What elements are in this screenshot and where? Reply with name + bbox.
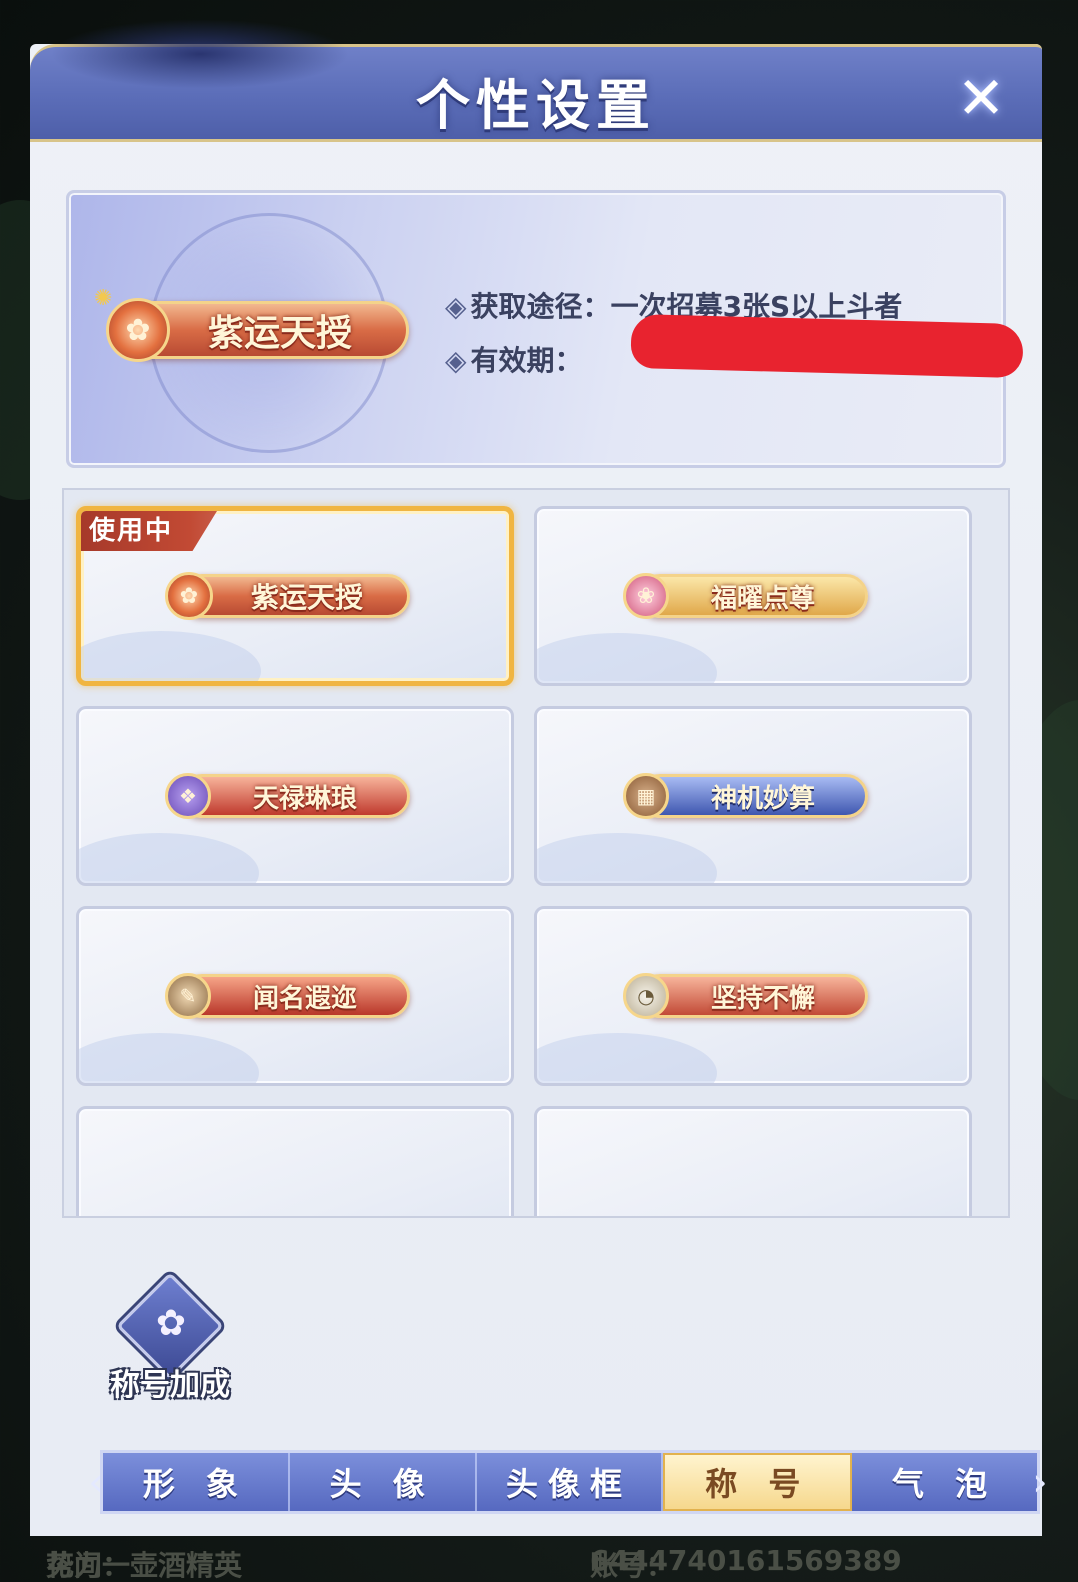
title-card[interactable]: ◔ 坚持不懈 (534, 906, 972, 1086)
validity-label: 有效期： (470, 344, 583, 377)
title-name: 天禄琳琅 (252, 783, 357, 814)
preview-title-name: 紫运天授 (207, 312, 352, 354)
title-name: 福曜点尊 (710, 583, 815, 614)
title-name: 紫运天授 (250, 581, 363, 614)
title-badge: ✿ 紫运天授 (165, 572, 410, 620)
title-name: 闻名遐迩 (252, 983, 357, 1014)
scroll-emblem-icon: ✎ (165, 973, 211, 1019)
chevron-right-icon: › (1032, 1460, 1048, 1504)
abacus-emblem-icon: ▦ (623, 773, 669, 819)
bonus-label: 称号加成 (110, 1368, 230, 1403)
title-badge: ✎ 闻名遐迩 (165, 973, 410, 1019)
title-bonus-button[interactable]: ✿ 称号加成 (90, 1272, 250, 1404)
tab-avatar-frame[interactable]: 头像框 (477, 1453, 664, 1511)
diamond-bullet-icon: ◈ (445, 290, 467, 323)
flower-spark-icon: ✺ (94, 286, 113, 311)
close-icon: ✕ (956, 64, 1006, 132)
account-value: 644474016156938​9 (590, 1544, 902, 1577)
in-use-badge: 使用中 (81, 511, 217, 551)
page-title: 个性设置 (416, 73, 656, 137)
tab-appearance[interactable]: 形 象 (103, 1453, 290, 1511)
title-card[interactable]: ❀ 福曜点尊 (534, 506, 972, 686)
sundial-emblem-icon: ◔ (623, 973, 669, 1019)
title-badge: ❀ 福曜点尊 (623, 573, 868, 619)
category-tabs: ‹ 形 象 头 像 头像框 称 号 气 泡 › (80, 1446, 1056, 1518)
title-card[interactable]: 使用中 ✿ 紫运天授 (76, 506, 514, 686)
faction-value: 花间一壶酒精英 (46, 1549, 243, 1582)
title-name: 坚持不懈 (710, 983, 815, 1014)
close-button[interactable]: ✕ (948, 64, 1014, 132)
redaction-mark (630, 313, 1024, 379)
title-badge: ▦ 神机妙算 (623, 773, 868, 819)
title-card[interactable]: ❖ 天禄琳琅 (76, 706, 514, 886)
diamond-bullet-icon: ◈ (445, 344, 467, 377)
title-name: 神机妙算 (710, 783, 815, 814)
footer-info: 势力： 花间一壶酒精英 账号： 644474016156938​9 (0, 1536, 1078, 1582)
settings-panel: 个性设置 ✕ ✿ ✺ 紫运天授 ◈ 获取途径：一次招募3张S以上斗者 ◈ 有效期： … (30, 19, 1048, 1536)
tabs-bar: 形 象 头 像 头像框 称 号 气 泡 (100, 1450, 1040, 1514)
tab-bubble[interactable]: 气 泡 (852, 1453, 1037, 1511)
title-card-partial[interactable] (76, 1106, 514, 1216)
title-card[interactable]: ▦ 神机妙算 (534, 706, 972, 886)
lotus-icon: ✿ (155, 1302, 187, 1344)
title-preview-card: ✿ ✺ 紫运天授 ◈ 获取途径：一次招募3张S以上斗者 ◈ 有效期： (66, 190, 1024, 468)
panel-header: 个性设置 ✕ (30, 19, 1042, 142)
title-card[interactable]: ✎ 闻名遐迩 (76, 906, 514, 1086)
validity-line: ◈ 有效期： (445, 339, 583, 379)
rabbit-emblem-icon: ❀ (623, 573, 669, 619)
tab-avatar[interactable]: 头 像 (290, 1453, 477, 1511)
title-card-partial[interactable] (534, 1106, 972, 1216)
source-label: 获取途径： (470, 290, 611, 323)
title-badge: ◔ 坚持不懈 (623, 973, 868, 1019)
tab-title[interactable]: 称 号 (663, 1453, 853, 1511)
lotus-emblem-icon: ✿ (106, 298, 170, 362)
lotus-emblem-icon: ✿ (165, 572, 213, 620)
preview-title-badge: ✿ ✺ 紫运天授 (94, 286, 409, 362)
title-grid[interactable]: 使用中 ✿ 紫运天授 ❀ 福曜点尊 ❖ 天禄琳琅 ▦ 神机妙算 ✎ 闻名遐迩 ◔… (62, 488, 1010, 1218)
title-badge: ❖ 天禄琳琅 (165, 773, 410, 819)
fan-emblem-icon: ❖ (165, 773, 211, 819)
